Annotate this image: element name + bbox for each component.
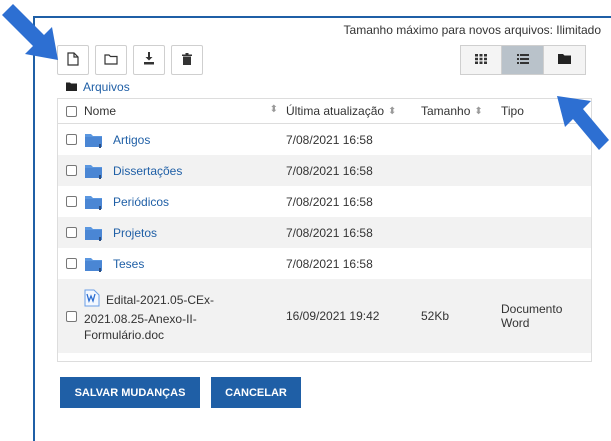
folder-icon (66, 80, 77, 94)
file-type-line: Documento (501, 302, 563, 316)
modified-date: 7/08/2021 16:58 (286, 225, 373, 240)
max-size-notice: Tamanho máximo para novos arquivos: Ilim… (343, 23, 601, 37)
folder-link[interactable]: Teses (113, 257, 144, 271)
pointer-arrow-icon (557, 96, 609, 150)
folder-icon (84, 256, 104, 272)
file-size: 52Kb (421, 309, 450, 323)
folder-link[interactable]: Periódicos (113, 195, 169, 209)
table-row[interactable]: Artigos 7/08/2021 16:58 (58, 124, 591, 155)
download-all-button[interactable] (133, 45, 165, 75)
folder-icon (84, 194, 104, 210)
modified-date: 7/08/2021 16:58 (286, 194, 373, 209)
file-toolbar (57, 45, 203, 75)
file-name-line[interactable]: Edital-2021.05-CEx- (106, 292, 214, 308)
file-name-line[interactable]: 2021.08.25-Anexo-II- (84, 311, 214, 327)
pointer-arrow-icon (2, 4, 58, 60)
folder-link[interactable]: Projetos (113, 226, 157, 240)
folder-icon (84, 225, 104, 241)
breadcrumb: Arquivos (66, 80, 130, 94)
folder-link[interactable]: Dissertações (113, 164, 182, 178)
trash-icon (182, 52, 192, 68)
column-header-type[interactable]: Tipo (501, 104, 524, 118)
view-mode-group (460, 45, 586, 75)
modified-date: 7/08/2021 16:58 (286, 163, 373, 178)
row-checkbox[interactable] (65, 258, 77, 269)
file-type-line: Word (501, 316, 530, 330)
folder-icon (84, 163, 104, 179)
grid-view-button[interactable] (460, 45, 502, 75)
row-checkbox[interactable] (65, 310, 77, 322)
table-row[interactable]: Dissertações 7/08/2021 16:58 (58, 155, 591, 186)
sort-icon[interactable]: ⬍ (270, 104, 278, 118)
table-row[interactable]: Edital-2021.05-CEx- 2021.08.25-Anexo-II-… (58, 279, 591, 353)
new-folder-icon (104, 53, 118, 68)
create-folder-button[interactable] (95, 45, 127, 75)
column-header-size[interactable]: Tamanho (421, 104, 470, 118)
row-checkbox[interactable] (65, 134, 77, 145)
tree-view-button[interactable] (544, 45, 586, 75)
sort-icon[interactable]: ⬍ (474, 106, 482, 117)
modified-date: 16/09/2021 19:42 (286, 309, 380, 323)
file-name-line[interactable]: Formulário.doc (84, 327, 214, 343)
modified-date: 7/08/2021 16:58 (286, 256, 373, 271)
table-row[interactable]: Projetos 7/08/2021 16:58 (58, 217, 591, 248)
folder-view-icon (558, 53, 571, 67)
download-icon (143, 52, 155, 68)
column-header-name[interactable]: Nome (84, 104, 116, 118)
row-checkbox[interactable] (65, 227, 77, 238)
file-type: Documento Word (501, 302, 591, 330)
list-view-icon (516, 53, 529, 67)
panel-border-left (33, 16, 35, 441)
row-checkbox[interactable] (65, 196, 77, 207)
word-document-icon (84, 289, 100, 311)
save-changes-button[interactable]: SALVAR MUDANÇAS (60, 377, 200, 408)
column-header-date[interactable]: Última atualização (286, 104, 384, 118)
table-row[interactable]: Teses 7/08/2021 16:58 (58, 248, 591, 279)
table-header: Nome ⬍ Última atualização ⬍ Tamanho ⬍ Ti… (58, 99, 591, 124)
modified-date: 7/08/2021 16:58 (286, 132, 373, 147)
sort-icon[interactable]: ⬍ (388, 106, 396, 117)
folder-icon (84, 132, 104, 148)
panel-border-top (33, 16, 611, 18)
select-all-checkbox[interactable] (65, 105, 77, 117)
delete-button[interactable] (171, 45, 203, 75)
list-view-button[interactable] (502, 45, 544, 75)
table-row[interactable]: Periódicos 7/08/2021 16:58 (58, 186, 591, 217)
cancel-button[interactable]: CANCELAR (211, 377, 301, 408)
breadcrumb-root-link[interactable]: Arquivos (83, 80, 130, 94)
file-table: Nome ⬍ Última atualização ⬍ Tamanho ⬍ Ti… (57, 98, 592, 362)
folder-link[interactable]: Artigos (113, 133, 150, 147)
grid-view-icon (475, 53, 487, 67)
new-file-icon (67, 51, 79, 69)
row-checkbox[interactable] (65, 165, 77, 176)
